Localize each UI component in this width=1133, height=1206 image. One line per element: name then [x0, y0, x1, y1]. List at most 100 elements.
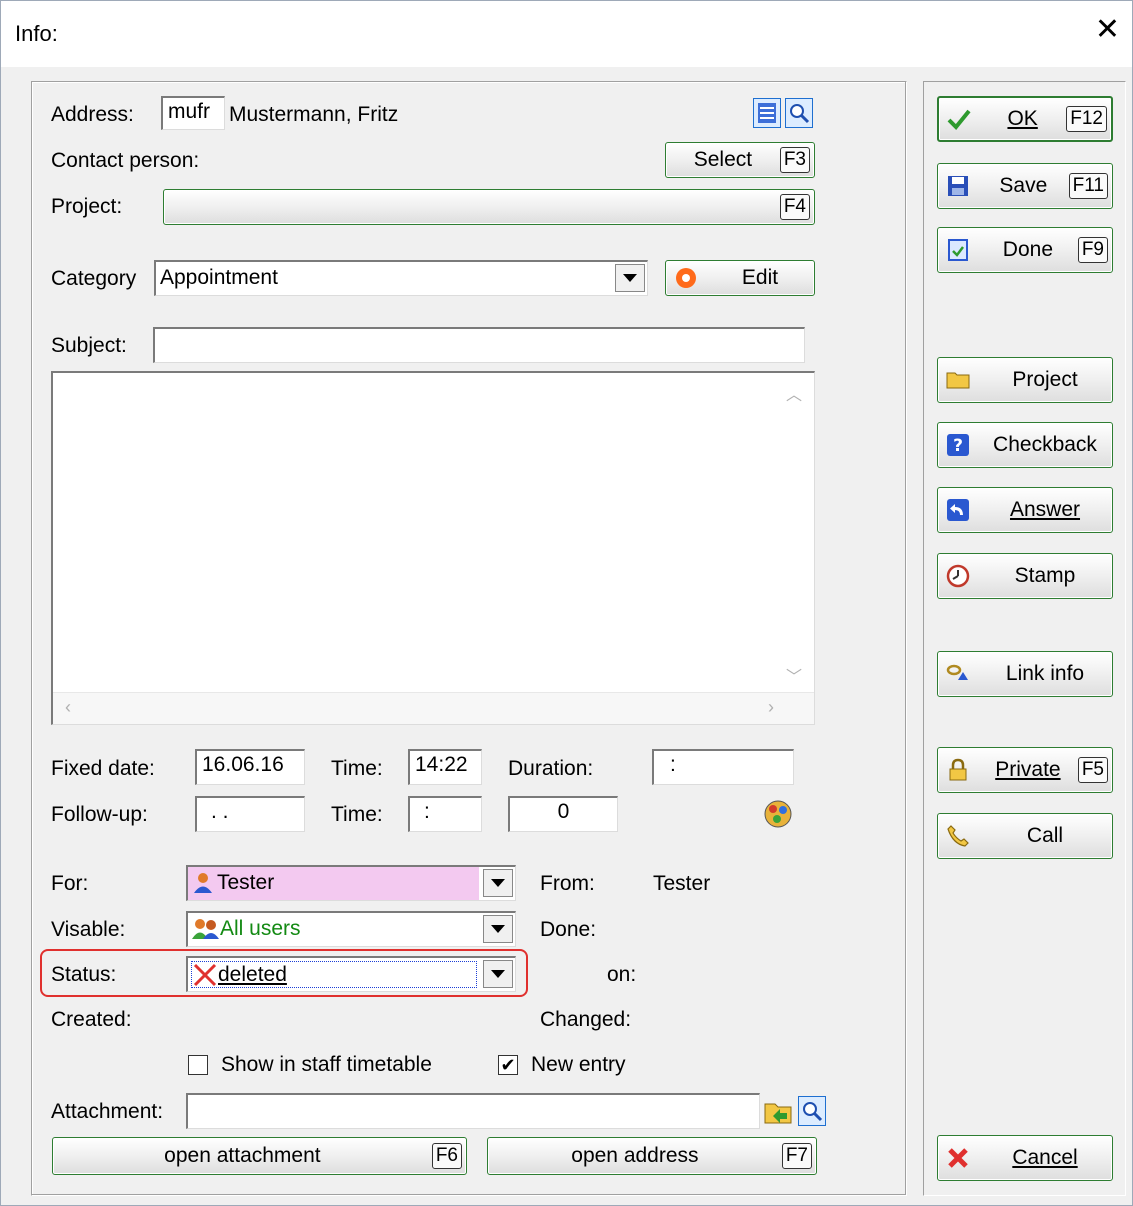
chevron-down-icon[interactable]	[615, 264, 645, 292]
info-dialog: Info: ✕ Address: mufr Mustermann, Fritz …	[0, 0, 1133, 1206]
duration-input[interactable]: :	[652, 749, 794, 785]
attachment-label: Attachment:	[51, 1100, 164, 1123]
subject-label: Subject:	[51, 334, 127, 357]
svg-text:?: ?	[953, 436, 963, 456]
folder-icon	[764, 1103, 792, 1124]
follow-up-count-input[interactable]: 0	[508, 796, 618, 832]
red-x-icon	[193, 963, 217, 987]
from-value: Tester	[653, 872, 711, 895]
lock-icon	[946, 758, 970, 782]
visible-label: Visable:	[51, 918, 126, 941]
scroll-up-icon[interactable]: ︿	[786, 381, 802, 405]
address-label: Address:	[51, 103, 134, 126]
notes-textarea[interactable]: ︿ ﹀ ‹ ›	[51, 371, 815, 725]
phone-icon	[946, 824, 970, 848]
new-entry-checkbox[interactable]: ✔	[498, 1055, 518, 1075]
project-label: Project:	[51, 195, 123, 218]
save-button[interactable]: Save F11	[937, 163, 1113, 209]
project-button[interactable]: Project	[937, 357, 1113, 403]
status-label: Status:	[51, 963, 117, 986]
select-contact-label: Select	[693, 148, 753, 171]
status-on-label: on:	[607, 963, 637, 986]
staff-timetable-checkbox[interactable]	[188, 1055, 208, 1075]
cancel-label: Cancel	[1012, 1146, 1078, 1169]
close-icon[interactable]: ✕	[1095, 15, 1120, 45]
scroll-down-icon[interactable]: ﹀	[786, 663, 802, 687]
answer-button[interactable]: Answer	[937, 487, 1113, 533]
project-key-badge: F4	[779, 194, 810, 220]
lifebuoy-icon	[674, 266, 698, 290]
scroll-right-icon[interactable]: ›	[768, 697, 774, 718]
status-value: deleted	[218, 963, 287, 986]
for-value: Tester	[217, 871, 275, 894]
status-dropdown[interactable]: deleted	[186, 956, 516, 992]
user-icon	[194, 873, 212, 893]
for-dropdown[interactable]: Tester	[186, 865, 516, 901]
category-value: Appointment	[160, 266, 278, 289]
checkback-button[interactable]: ? Checkback	[937, 422, 1113, 468]
link-info-button[interactable]: Link info	[937, 651, 1113, 697]
save-key-badge: F11	[1068, 173, 1108, 199]
open-attachment-button[interactable]: open attachment F6	[52, 1137, 467, 1175]
clock-icon	[946, 564, 970, 588]
category-edit-button[interactable]: Edit	[665, 260, 815, 296]
fixed-time-input[interactable]: 14:22	[408, 749, 482, 785]
magnifier-icon	[790, 104, 810, 124]
fixed-date-input[interactable]: 16.06.16	[195, 749, 305, 785]
list-icon	[758, 103, 776, 123]
horizontal-scrollbar[interactable]: ‹ ›	[53, 692, 814, 724]
cancel-button[interactable]: Cancel	[937, 1135, 1113, 1181]
scroll-left-icon[interactable]: ‹	[65, 697, 71, 718]
open-folder-button[interactable]	[763, 1096, 793, 1126]
done-document-icon	[946, 238, 970, 262]
save-label: Save	[999, 174, 1048, 197]
chevron-down-icon[interactable]	[483, 915, 513, 943]
contact-person-label: Contact person:	[51, 149, 200, 172]
question-mark-icon: ?	[946, 433, 970, 457]
address-code-input[interactable]: mufr	[161, 96, 225, 130]
users-icon	[192, 919, 219, 939]
ok-button[interactable]: OK F12	[937, 96, 1113, 142]
project-field-button[interactable]: F4	[163, 189, 815, 225]
select-contact-button[interactable]: Select F3	[665, 142, 815, 178]
private-button[interactable]: Private F5	[937, 747, 1113, 793]
call-label: Call	[1026, 824, 1064, 847]
select-key-badge: F3	[779, 147, 810, 173]
address-search-button[interactable]	[785, 98, 813, 128]
open-attachment-label: open attachment	[164, 1144, 321, 1167]
calendar-colors-button[interactable]	[763, 799, 793, 829]
private-label: Private	[995, 758, 1061, 781]
fixed-time-label: Time:	[331, 757, 383, 780]
created-label: Created:	[51, 1008, 132, 1031]
visible-value: All users	[220, 917, 301, 940]
open-address-label: open address	[571, 1144, 699, 1167]
staff-timetable-label: Show in staff timetable	[221, 1053, 432, 1076]
call-button[interactable]: Call	[937, 813, 1113, 859]
chevron-down-icon[interactable]	[483, 869, 513, 897]
address-name: Mustermann, Fritz	[229, 103, 399, 126]
from-label: From:	[540, 872, 595, 895]
follow-up-time-label: Time:	[331, 803, 383, 826]
stamp-label: Stamp	[1014, 564, 1076, 587]
follow-up-date-input[interactable]: . .	[195, 796, 305, 832]
follow-up-time-input[interactable]: :	[408, 796, 482, 832]
category-label: Category	[51, 267, 137, 290]
subject-input[interactable]	[153, 327, 805, 363]
new-entry-label: New entry	[531, 1053, 626, 1076]
chevron-down-icon[interactable]	[483, 960, 513, 988]
answer-label: Answer	[1009, 498, 1081, 521]
title-bar: Info: ✕	[1, 1, 1132, 67]
attachment-input[interactable]	[186, 1093, 760, 1129]
checkback-label: Checkback	[993, 433, 1097, 456]
edit-label: Edit	[741, 266, 779, 289]
address-list-button[interactable]	[753, 98, 781, 128]
category-dropdown[interactable]: Appointment	[154, 260, 648, 296]
visible-dropdown[interactable]: All users	[186, 911, 516, 947]
for-label: For:	[51, 872, 89, 895]
palette-icon	[764, 800, 792, 828]
attachment-search-button[interactable]	[798, 1096, 826, 1126]
done-button[interactable]: Done F9	[937, 227, 1113, 273]
stamp-button[interactable]: Stamp	[937, 553, 1113, 599]
open-address-button[interactable]: open address F7	[487, 1137, 817, 1175]
link-info-label: Link info	[1005, 662, 1085, 685]
